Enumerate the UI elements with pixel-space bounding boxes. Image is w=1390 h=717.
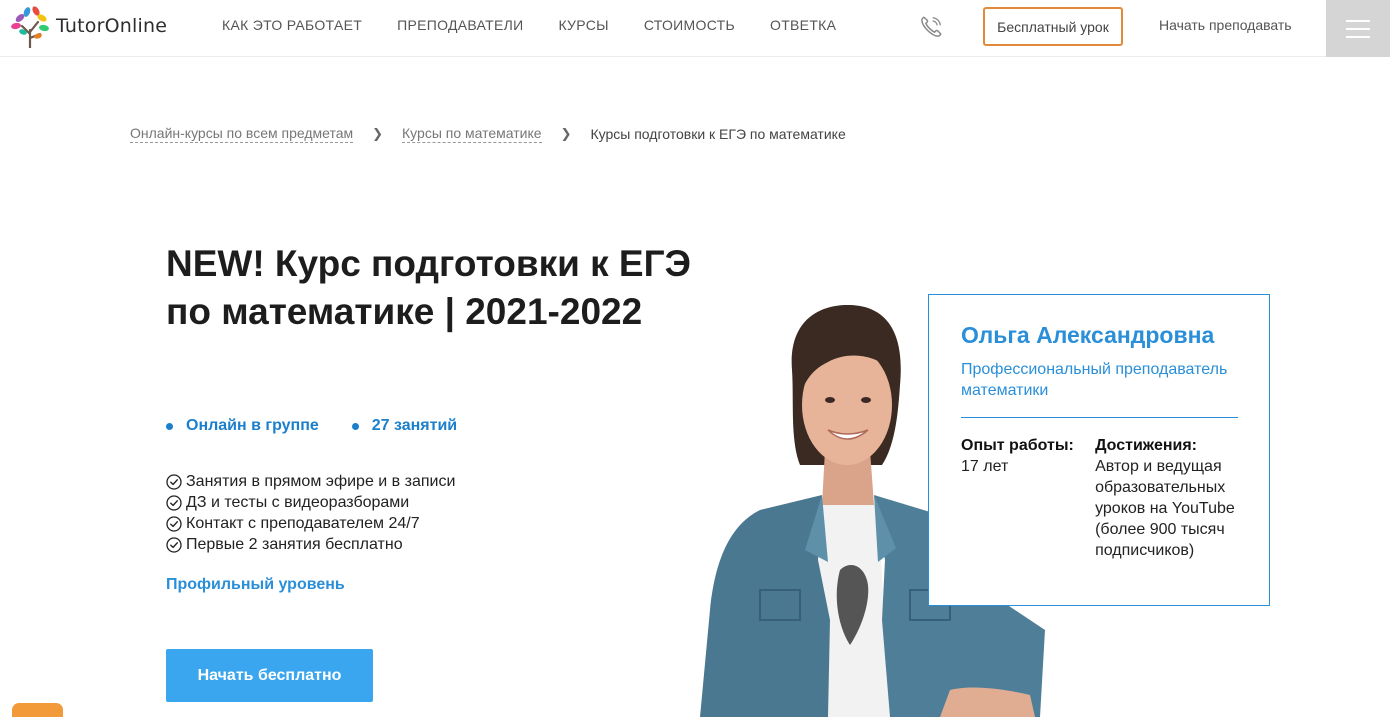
start-teaching-link[interactable]: Начать преподавать <box>1159 17 1292 33</box>
teacher-name: Ольга Александровна <box>961 322 1215 348</box>
hamburger-line <box>1346 27 1370 30</box>
breadcrumb-all-courses[interactable]: Онлайн-курсы по всем предметам <box>130 125 354 143</box>
feature-list: Занятия в прямом эфире и в записи ДЗ и т… <box>166 471 455 555</box>
achievements-block: Достижения: Автор и ведущая образователь… <box>1095 435 1237 561</box>
feature-label: Занятия в прямом эфире и в записи <box>186 472 456 490</box>
chat-widget-button[interactable] <box>12 703 63 717</box>
bullet-dot-icon <box>166 422 173 430</box>
main-nav: КАК ЭТО РАБОТАЕТ ПРЕПОДАВАТЕЛИ КУРСЫ СТО… <box>222 17 836 33</box>
experience-value: 17 лет <box>961 458 1009 475</box>
tree-logo-icon <box>11 6 49 48</box>
list-item: Контакт с преподавателем 24/7 <box>166 513 455 534</box>
feature-label: Контакт с преподавателем 24/7 <box>186 514 420 532</box>
teacher-role: Профессиональный преподаватель математик… <box>961 361 1228 399</box>
check-circle-icon <box>166 473 182 490</box>
nav-courses[interactable]: КУРСЫ <box>558 17 608 33</box>
achievements-value: Автор и ведущая образовательных уроков н… <box>1095 458 1235 559</box>
logo-text: TutorOnline <box>56 15 168 37</box>
check-circle-icon <box>166 494 182 511</box>
start-free-button[interactable]: Начать бесплатно <box>166 649 373 702</box>
check-circle-icon <box>166 515 182 532</box>
free-lesson-button[interactable]: Бесплатный урок <box>983 7 1123 46</box>
tag-label: Онлайн в группе <box>186 417 319 434</box>
achievements-label: Достижения: <box>1095 437 1197 454</box>
teacher-card: Ольга Александровна Профессиональный пре… <box>928 294 1270 606</box>
list-item: Занятия в прямом эфире и в записи <box>166 471 455 492</box>
page-title: NEW! Курс подготовки к ЕГЭ по математике… <box>166 243 691 332</box>
list-item: Первые 2 занятия бесплатно <box>166 534 455 555</box>
nav-teachers[interactable]: ПРЕПОДАВАТЕЛИ <box>397 17 523 33</box>
hamburger-icon[interactable] <box>1326 0 1390 57</box>
profile-level-link[interactable]: Профильный уровень <box>166 576 345 594</box>
experience-label: Опыт работы: <box>961 437 1074 454</box>
feature-label: ДЗ и тесты с видеоразборами <box>186 493 410 511</box>
nav-answers[interactable]: ОТВЕТКА <box>770 17 836 33</box>
tag-online-group: Онлайн в группе <box>166 417 319 435</box>
nav-pricing[interactable]: СТОИМОСТЬ <box>644 17 735 33</box>
nav-how-it-works[interactable]: КАК ЭТО РАБОТАЕТ <box>222 17 362 33</box>
tag-lessons-count: 27 занятий <box>351 417 458 435</box>
breadcrumb-current: Курсы подготовки к ЕГЭ по математике <box>590 126 846 142</box>
course-tags: Онлайн в группе 27 занятий <box>166 417 457 435</box>
hamburger-line <box>1346 19 1370 22</box>
breadcrumb-math-courses[interactable]: Курсы по математике <box>402 125 542 143</box>
phone-icon[interactable] <box>918 14 944 40</box>
list-item: ДЗ и тесты с видеоразборами <box>166 492 455 513</box>
site-header: TutorOnline КАК ЭТО РАБОТАЕТ ПРЕПОДАВАТЕ… <box>0 0 1390 57</box>
card-divider <box>961 417 1238 418</box>
check-circle-icon <box>166 536 182 553</box>
bullet-dot-icon <box>351 422 359 430</box>
feature-label: Первые 2 занятия бесплатно <box>186 535 403 553</box>
tag-label: 27 занятий <box>371 417 458 434</box>
teacher-info: Опыт работы: 17 лет Достижения: Автор и … <box>961 435 1237 561</box>
logo-link[interactable]: TutorOnline <box>10 4 167 48</box>
breadcrumb-separator: ❯ <box>372 126 384 141</box>
hamburger-line <box>1346 35 1370 38</box>
breadcrumb-separator: ❯ <box>560 126 572 141</box>
breadcrumb: Онлайн-курсы по всем предметам ❯ Курсы п… <box>130 125 846 143</box>
experience-block: Опыт работы: 17 лет <box>961 435 1095 561</box>
